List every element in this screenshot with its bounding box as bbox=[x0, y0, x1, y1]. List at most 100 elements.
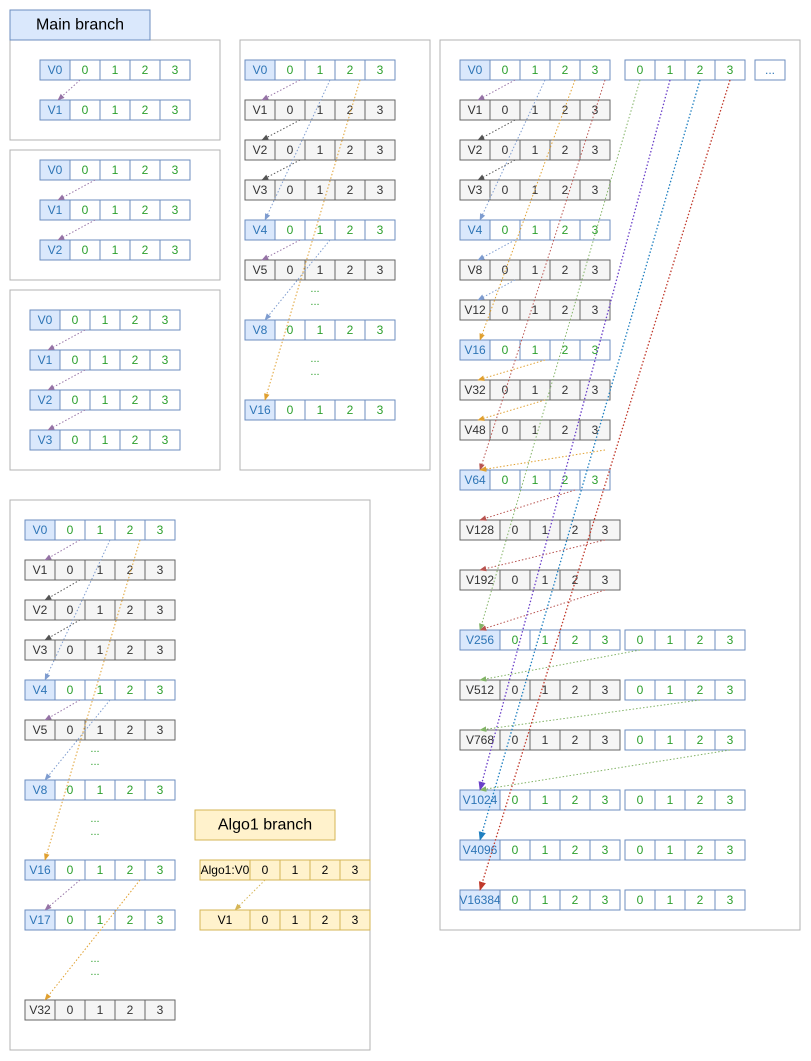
slot-value: 1 bbox=[532, 263, 539, 277]
version-label: V2 bbox=[38, 393, 53, 407]
slot-value: 3 bbox=[602, 683, 609, 697]
slot-value: 2 bbox=[142, 243, 149, 257]
version-row: V16 0 1 2 3 bbox=[459, 339, 611, 361]
version-row: V64 0 1 2 3 bbox=[459, 469, 611, 491]
slot-value: 2 bbox=[697, 843, 704, 857]
slot-value: 0 bbox=[512, 573, 519, 587]
slot-value: 0 bbox=[637, 683, 644, 697]
version-row: V32 0 1 2 3 bbox=[459, 379, 611, 401]
slot-value: 3 bbox=[592, 63, 599, 77]
slot-value: 2 bbox=[562, 143, 569, 157]
slot-value: 0 bbox=[72, 353, 79, 367]
version-label: V8 bbox=[33, 783, 48, 797]
slot-value: 2 bbox=[127, 603, 134, 617]
slot-value: 0 bbox=[512, 733, 519, 747]
version-label: V128 bbox=[466, 523, 494, 537]
slot-value: 0 bbox=[67, 913, 74, 927]
slot-value: 0 bbox=[502, 423, 509, 437]
version-label: V3 bbox=[253, 183, 268, 197]
slot-value: 1 bbox=[317, 143, 324, 157]
slot-value: 3 bbox=[172, 63, 179, 77]
slot-value: 3 bbox=[592, 183, 599, 197]
slot-value: 0 bbox=[512, 893, 519, 907]
version-label: V4 bbox=[33, 683, 48, 697]
version-row: V8 0 1 2 3 bbox=[459, 259, 611, 281]
slot-value: 0 bbox=[287, 103, 294, 117]
slot-value: 3 bbox=[352, 863, 359, 877]
slot-value: 2 bbox=[347, 183, 354, 197]
version-label: Algo1:V0 bbox=[201, 863, 250, 877]
slot-value: 3 bbox=[727, 683, 734, 697]
slot-value: 1 bbox=[97, 563, 104, 577]
slot-value: 0 bbox=[72, 393, 79, 407]
version-row: V8 0 1 2 3 bbox=[24, 779, 176, 801]
version-row: V1 0 1 2 3 bbox=[29, 349, 181, 371]
slot-value: 3 bbox=[157, 523, 164, 537]
slot-value: 2 bbox=[572, 733, 579, 747]
slot-value: 0 bbox=[82, 163, 89, 177]
version-label: V2 bbox=[253, 143, 268, 157]
slot-value: 1 bbox=[667, 733, 674, 747]
version-label: V17 bbox=[29, 913, 51, 927]
slot-value: 0 bbox=[502, 303, 509, 317]
slot-value: 3 bbox=[727, 893, 734, 907]
slot-value: 3 bbox=[157, 1003, 164, 1017]
slot-value: 1 bbox=[532, 143, 539, 157]
slot-value: 1 bbox=[667, 793, 674, 807]
version-row: V12 0 1 2 3 bbox=[459, 299, 611, 321]
slot-value: 3 bbox=[602, 843, 609, 857]
slot-value: 1 bbox=[542, 843, 549, 857]
slot-value: 1 bbox=[97, 723, 104, 737]
ellipsis-dots: ... bbox=[90, 743, 99, 755]
slot-value: 1 bbox=[97, 863, 104, 877]
slot-value: 0 bbox=[287, 403, 294, 417]
slot-value: 2 bbox=[572, 683, 579, 697]
slot-value: 3 bbox=[157, 643, 164, 657]
version-row: V3 0 1 2 3 bbox=[29, 429, 181, 451]
version-row: V16384 0 1 2 3 0 1 2 3 bbox=[459, 889, 746, 911]
version-label: V1 bbox=[38, 353, 53, 367]
slot-value: 0 bbox=[502, 63, 509, 77]
slot-value: 1 bbox=[532, 473, 539, 487]
slot-value: 2 bbox=[562, 423, 569, 437]
slot-value: 2 bbox=[142, 163, 149, 177]
slot-value: 1 bbox=[667, 843, 674, 857]
slot-value: 3 bbox=[172, 203, 179, 217]
slot-value: 2 bbox=[697, 683, 704, 697]
slot-value: 3 bbox=[162, 433, 169, 447]
ellipsis-box-label: ... bbox=[765, 63, 775, 77]
version-row: V5 0 1 2 3 bbox=[24, 719, 176, 741]
slot-value: 2 bbox=[132, 433, 139, 447]
version-row: V768 0 1 2 3 0 1 2 3 bbox=[459, 729, 746, 751]
slot-value: 3 bbox=[592, 143, 599, 157]
slot-value: 3 bbox=[727, 633, 734, 647]
ellipsis-dots: ... bbox=[310, 283, 319, 295]
slot-value: 3 bbox=[602, 893, 609, 907]
slot-value: 3 bbox=[602, 793, 609, 807]
slot-value: 0 bbox=[67, 563, 74, 577]
version-label: V1 bbox=[468, 103, 483, 117]
version-row: V3 0 1 2 3 bbox=[244, 179, 396, 201]
version-label: V256 bbox=[466, 633, 494, 647]
version-row: V1 0 1 2 3 bbox=[39, 199, 191, 221]
version-label: V0 bbox=[253, 63, 268, 77]
slot-value: 2 bbox=[697, 793, 704, 807]
slot-value: 2 bbox=[562, 103, 569, 117]
slot-value: 3 bbox=[592, 343, 599, 357]
version-label: V0 bbox=[468, 63, 483, 77]
slot-value: 3 bbox=[377, 323, 384, 337]
slot-value: 2 bbox=[132, 393, 139, 407]
slot-value: 2 bbox=[572, 793, 579, 807]
slot-value: 3 bbox=[377, 103, 384, 117]
slot-value: 1 bbox=[102, 393, 109, 407]
slot-value: 3 bbox=[602, 733, 609, 747]
slot-value: 1 bbox=[542, 573, 549, 587]
ellipsis-dots: ... bbox=[310, 353, 319, 365]
slot-value: 1 bbox=[97, 783, 104, 797]
version-label: V0 bbox=[33, 523, 48, 537]
slot-value: 1 bbox=[532, 423, 539, 437]
slot-value: 0 bbox=[67, 863, 74, 877]
slot-value: 1 bbox=[112, 203, 119, 217]
slot-value: 1 bbox=[97, 643, 104, 657]
slot-value: 1 bbox=[317, 223, 324, 237]
